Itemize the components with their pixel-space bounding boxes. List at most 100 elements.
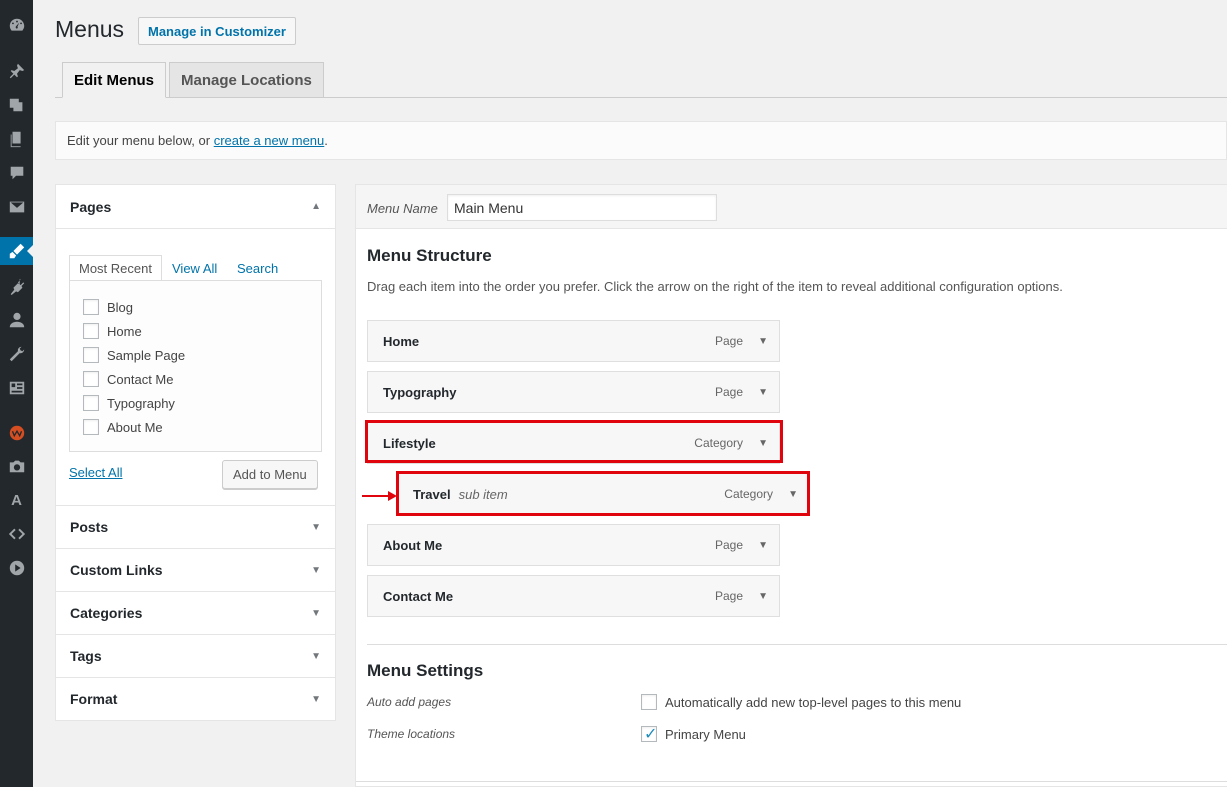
checkbox[interactable] — [83, 371, 99, 387]
page-item-label: Typography — [107, 395, 175, 411]
page-item-contact-me[interactable]: Contact Me — [83, 369, 173, 389]
menu-name-label: Menu Name — [367, 201, 438, 216]
checkbox[interactable] — [83, 347, 99, 363]
tools-icon[interactable] — [0, 340, 33, 368]
expand-arrow-icon[interactable]: ▼ — [758, 336, 768, 347]
dashboard-icon[interactable] — [0, 11, 33, 39]
primary-menu-option[interactable]: ✓ Primary Menu — [641, 726, 746, 743]
pages-checklist: Blog Home Sample Page Contact Me Typogra… — [69, 280, 322, 452]
page-item-label: Contact Me — [107, 371, 174, 387]
checkbox[interactable] — [83, 419, 99, 435]
play-icon[interactable] — [0, 554, 33, 582]
menu-item-type: Page — [714, 334, 743, 348]
pin-icon[interactable] — [0, 57, 33, 85]
menu-item-title: About Me — [383, 537, 443, 553]
appearance-icon[interactable] — [0, 237, 33, 265]
add-menu-items-accordion: Pages ▲ Most Recent View All Search Blog… — [55, 184, 336, 721]
page-title: Menus — [55, 16, 125, 42]
auto-add-option-label: Automatically add new top-level pages to… — [665, 694, 962, 710]
menu-item-type: Page — [714, 538, 743, 552]
plugin-badge-icon[interactable] — [0, 419, 33, 447]
checkbox[interactable] — [83, 323, 99, 339]
auto-add-pages-label: Auto add pages — [367, 695, 452, 709]
page-item-blog[interactable]: Blog — [83, 297, 133, 317]
camera-icon[interactable] — [0, 452, 33, 480]
primary-menu-checkbox[interactable]: ✓ — [641, 726, 658, 743]
notice-suffix: . — [324, 133, 328, 148]
checkmark-icon: ✓ — [644, 726, 658, 743]
section-title: Format — [70, 691, 118, 707]
highlight-box-travel — [396, 471, 810, 516]
menu-item-type: Page — [714, 589, 743, 603]
page-item-sample-page[interactable]: Sample Page — [83, 345, 185, 365]
add-to-menu-button[interactable]: Add to Menu — [222, 460, 318, 489]
auto-add-checkbox[interactable] — [641, 694, 657, 710]
mail-icon[interactable] — [0, 193, 33, 221]
page-item-typography[interactable]: Typography — [83, 393, 175, 413]
page-item-label: Blog — [107, 299, 134, 315]
page-item-label: Home — [107, 323, 142, 339]
primary-menu-label: Primary Menu — [665, 726, 746, 742]
tab-manage-locations[interactable]: Manage Locations — [169, 62, 324, 98]
categories-section-header[interactable]: Categories ▼ — [56, 591, 335, 634]
custom-links-section-header[interactable]: Custom Links ▼ — [56, 548, 335, 591]
menu-item-type: Page — [714, 385, 743, 399]
collapse-up-icon[interactable]: ▲ — [311, 201, 321, 212]
checkbox[interactable] — [83, 395, 99, 411]
manage-menus-notice: Edit your menu below, or create a new me… — [55, 121, 1227, 160]
expand-arrow-icon[interactable]: ▼ — [758, 387, 768, 398]
expand-down-icon[interactable]: ▼ — [311, 608, 321, 619]
tab-search[interactable]: Search — [228, 255, 287, 281]
menu-item-home[interactable]: Home Page ▼ — [367, 320, 780, 362]
pages-section-body: Most Recent View All Search Blog Home Sa… — [56, 228, 335, 505]
section-title: Categories — [70, 605, 143, 621]
pages-icon[interactable] — [0, 125, 33, 153]
menu-item-title: Home — [383, 333, 420, 349]
page-item-label: About Me — [107, 419, 163, 435]
menu-edit-panel: Menu Name Menu Structure Drag each item … — [355, 184, 1227, 787]
page-item-label: Sample Page — [107, 347, 186, 363]
settings-icon[interactable] — [0, 374, 33, 402]
tab-view-all[interactable]: View All — [163, 255, 226, 281]
menu-item-typography[interactable]: Typography Page ▼ — [367, 371, 780, 413]
expand-down-icon[interactable]: ▼ — [311, 694, 321, 705]
tags-section-header[interactable]: Tags ▼ — [56, 634, 335, 677]
highlight-box-lifestyle — [365, 420, 783, 463]
plugins-icon[interactable] — [0, 272, 33, 300]
menu-item-title: Typography — [383, 384, 457, 400]
admin-sidebar: A — [0, 0, 33, 787]
section-divider — [367, 644, 1227, 645]
manage-in-customizer-button[interactable]: Manage in Customizer — [138, 17, 296, 45]
menu-item-contact-me[interactable]: Contact Me Page ▼ — [367, 575, 780, 617]
expand-down-icon[interactable]: ▼ — [311, 565, 321, 576]
menu-structure-title: Menu Structure — [367, 246, 492, 265]
section-title: Custom Links — [70, 562, 163, 578]
expand-arrow-icon[interactable]: ▼ — [758, 591, 768, 602]
pages-section-header[interactable]: Pages ▲ — [56, 185, 335, 228]
menu-name-input[interactable] — [447, 194, 717, 221]
font-icon[interactable]: A — [0, 486, 33, 514]
expand-down-icon[interactable]: ▼ — [311, 522, 321, 533]
red-arrow-icon — [362, 491, 397, 501]
menu-item-about-me[interactable]: About Me Page ▼ — [367, 524, 780, 566]
checkbox[interactable] — [83, 299, 99, 315]
select-all-link[interactable]: Select All — [69, 465, 122, 480]
pages-section-title: Pages — [70, 198, 112, 215]
page-item-about-me[interactable]: About Me — [83, 417, 163, 437]
auto-add-pages-option[interactable]: Automatically add new top-level pages to… — [641, 694, 961, 710]
code-icon[interactable] — [0, 520, 33, 548]
section-title: Posts — [70, 519, 109, 535]
menu-name-row: Menu Name — [356, 185, 1227, 229]
create-new-menu-link[interactable]: create a new menu — [214, 133, 325, 148]
page-item-home[interactable]: Home — [83, 321, 142, 341]
comments-icon[interactable] — [0, 159, 33, 187]
tab-most-recent[interactable]: Most Recent — [69, 255, 162, 281]
expand-down-icon[interactable]: ▼ — [311, 651, 321, 662]
menu-settings-title: Menu Settings — [367, 661, 484, 680]
format-section-header[interactable]: Format ▼ — [56, 677, 335, 720]
media-icon[interactable] — [0, 91, 33, 119]
expand-arrow-icon[interactable]: ▼ — [758, 540, 768, 551]
tab-edit-menus[interactable]: Edit Menus — [62, 62, 167, 98]
posts-section-header[interactable]: Posts ▼ — [56, 505, 335, 548]
users-icon[interactable] — [0, 306, 33, 334]
